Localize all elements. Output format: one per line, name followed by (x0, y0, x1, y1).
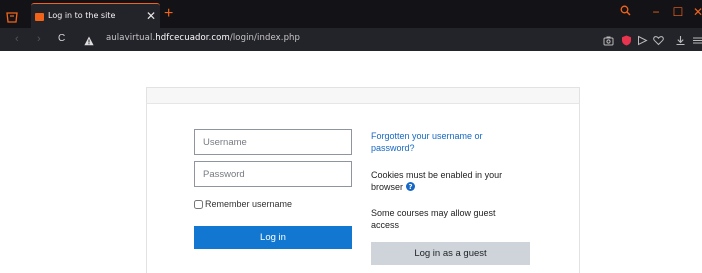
guest-access-note: Some courses may allow guest access (371, 208, 496, 230)
svg-text:?: ? (408, 183, 412, 191)
insecure-warning-icon[interactable] (84, 33, 94, 46)
tab-title: Log in to the site (48, 11, 116, 20)
download-icon[interactable] (675, 33, 686, 46)
address-bar-row: ‹ › C aulavirtual.hdfcecuador.com/login/… (0, 28, 702, 51)
login-as-guest-button[interactable]: Log in as a guest (371, 242, 530, 265)
remember-username-label: Remember username (205, 199, 293, 209)
maximize-button[interactable]: ☐ (670, 4, 686, 20)
tab-close-icon[interactable]: ✕ (146, 8, 156, 24)
tab-manager-icon[interactable] (5, 10, 19, 23)
forgot-username-password-link[interactable]: Forgotten your username or password? (371, 131, 511, 154)
forward-button[interactable]: › (37, 31, 41, 47)
heart-icon[interactable] (653, 33, 664, 46)
camera-icon[interactable] (603, 33, 614, 46)
back-button[interactable]: ‹ (15, 31, 19, 47)
login-button[interactable]: Log in (194, 226, 352, 249)
browser-tab-strip: Log in to the site ✕ + − ☐ ✕ (0, 0, 702, 28)
url-prefix: aulavirtual. (106, 33, 156, 43)
new-tab-icon[interactable]: + (164, 5, 173, 23)
site-favicon-icon (35, 13, 44, 21)
password-input[interactable] (194, 161, 352, 187)
menu-icon[interactable] (693, 33, 702, 44)
username-input[interactable] (194, 129, 352, 155)
active-tab[interactable]: Log in to the site ✕ (31, 3, 160, 28)
login-card-header (146, 87, 580, 104)
send-icon[interactable] (637, 33, 648, 46)
cookies-notice: Cookies must be enabled in your browser? (371, 170, 521, 193)
url-host: hdfcecuador.com (155, 33, 230, 43)
help-icon[interactable]: ? (406, 181, 416, 191)
reload-button[interactable]: C (58, 31, 65, 47)
search-icon[interactable] (617, 4, 633, 20)
cookies-notice-text: Cookies must be enabled in your browser (371, 170, 503, 192)
shield-icon[interactable] (621, 33, 632, 46)
close-window-button[interactable]: ✕ (690, 4, 702, 20)
remember-username-checkbox[interactable] (194, 200, 203, 209)
url-field[interactable]: aulavirtual.hdfcecuador.com/login/index.… (106, 33, 300, 43)
minimize-button[interactable]: − (648, 4, 664, 20)
url-path: /login/index.php (229, 33, 301, 43)
